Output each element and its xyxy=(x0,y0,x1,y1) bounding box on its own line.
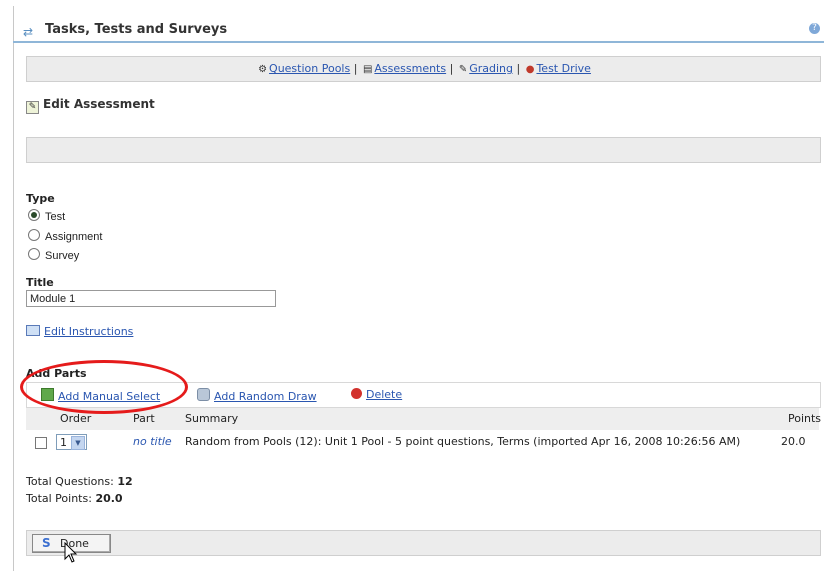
col-points: Points xyxy=(788,412,822,425)
nav-separator: | xyxy=(353,62,358,75)
nav-separator: | xyxy=(516,62,521,75)
type-option-assignment[interactable]: Assignment xyxy=(28,229,102,243)
total-points-value: 20.0 xyxy=(95,492,123,505)
order-value: 1 xyxy=(60,436,67,449)
edit-instructions[interactable]: Edit Instructions xyxy=(26,325,133,338)
add-random-icon xyxy=(197,388,210,401)
delete-button[interactable]: Delete xyxy=(351,388,402,401)
radio-test[interactable] xyxy=(28,209,40,221)
delete-icon xyxy=(351,388,362,399)
total-questions: Total Questions: 12 xyxy=(26,475,133,488)
col-part: Part xyxy=(133,412,155,425)
radio-survey[interactable] xyxy=(28,248,40,260)
chevron-down-icon[interactable]: ▼ xyxy=(71,436,85,450)
add-random-draw-button[interactable]: Add Random Draw xyxy=(197,388,317,403)
assessments-icon: ▤ xyxy=(362,64,373,75)
page-title: Tasks, Tests and Surveys xyxy=(45,22,228,37)
help-icon[interactable]: ? xyxy=(809,23,820,34)
message-bar xyxy=(26,137,821,163)
type-option-label: Test xyxy=(45,211,66,223)
question-pools-icon: ⚙ xyxy=(258,64,268,75)
type-option-label: Survey xyxy=(45,250,80,262)
radio-assignment[interactable] xyxy=(28,229,40,241)
edit-heading-label: Edit Assessment xyxy=(43,97,155,111)
edit-icon: ✎ xyxy=(26,101,39,114)
col-order: Order xyxy=(60,412,92,425)
parts-table-header: Order Part Summary Points xyxy=(26,408,822,430)
window-frame xyxy=(13,6,825,571)
title-label: Title xyxy=(26,276,54,289)
title-bar: ⇄ Tasks, Tests and Surveys ? xyxy=(13,13,824,43)
title-input[interactable]: Module 1 xyxy=(26,290,276,307)
done-icon: S xyxy=(42,536,51,550)
nav-assessments[interactable]: Assessments xyxy=(374,62,446,75)
delete-label: Delete xyxy=(366,388,403,401)
test-drive-icon: ● xyxy=(525,64,535,75)
book-icon xyxy=(26,325,40,336)
tool-icon: ⇄ xyxy=(23,25,34,39)
edit-assessment-heading: ✎ Edit Assessment xyxy=(26,97,155,114)
part-title-link[interactable]: no title xyxy=(133,435,172,448)
order-select[interactable]: 1 ▼ xyxy=(56,434,87,450)
type-option-survey[interactable]: Survey xyxy=(28,248,79,262)
total-questions-value: 12 xyxy=(117,475,133,488)
nav-separator: | xyxy=(449,62,454,75)
col-summary: Summary xyxy=(185,412,239,425)
grading-icon: ✎ xyxy=(458,64,468,75)
row-checkbox[interactable] xyxy=(35,437,47,449)
nav-test-drive[interactable]: Test Drive xyxy=(536,62,590,75)
total-points-label: Total Points: xyxy=(26,492,92,505)
annotation-circle xyxy=(20,360,188,414)
footer-bar: S Done xyxy=(26,530,821,556)
total-questions-label: Total Questions: xyxy=(26,475,114,488)
table-row: 1 ▼ no title Random from Pools (12): Uni… xyxy=(26,432,819,454)
type-label: Type xyxy=(26,192,55,205)
tool-nav-bar: ⚙ Question Pools | ▤ Assessments | ✎ Gradin… xyxy=(26,56,821,82)
type-option-label: Assignment xyxy=(45,231,103,243)
nav-question-pools[interactable]: Question Pools xyxy=(269,62,350,75)
part-points: 20.0 xyxy=(781,435,806,448)
mouse-cursor-icon xyxy=(64,542,78,563)
nav-grading[interactable]: Grading xyxy=(469,62,513,75)
edit-instructions-link[interactable]: Edit Instructions xyxy=(44,325,133,338)
total-points: Total Points: 20.0 xyxy=(26,492,123,505)
part-summary: Random from Pools (12): Unit 1 Pool - 5 … xyxy=(185,435,741,448)
add-random-label: Add Random Draw xyxy=(214,390,317,403)
type-option-test[interactable]: Test xyxy=(28,209,65,223)
